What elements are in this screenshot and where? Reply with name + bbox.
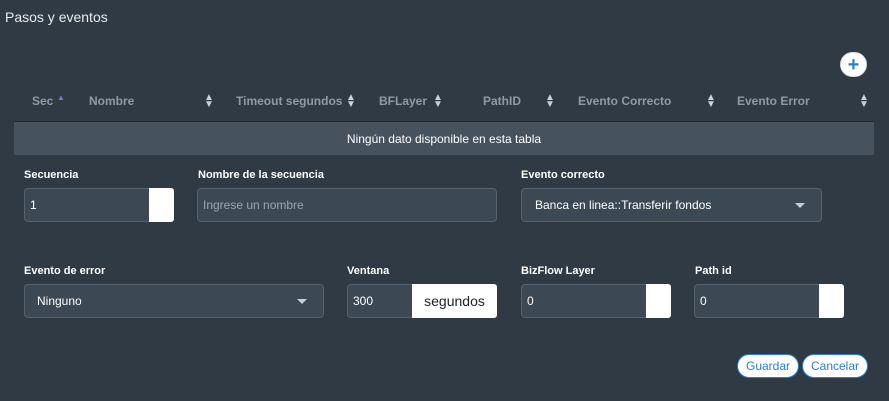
evento-correcto-value: Banca en linea::Transferir fondos [535, 198, 712, 212]
ventana-input[interactable]: 300 [347, 284, 413, 318]
nombre-label: Nombre de la secuencia [198, 169, 324, 181]
bizflow-layer-addon [646, 284, 671, 318]
sort-asc-icon[interactable]: ▲ [57, 93, 65, 102]
sort-icon[interactable]: ▲ ▼ [859, 93, 869, 110]
ventana-value: 300 [353, 294, 374, 308]
secuencia-label: Secuencia [24, 169, 79, 181]
table-empty-row: Ningún dato disponible en esta tabla [14, 121, 874, 155]
save-button[interactable]: Guardar [737, 354, 799, 378]
evento-error-value: Ninguno [37, 294, 82, 308]
path-id-value: 0 [700, 294, 707, 308]
column-header-pathid[interactable]: PathID [483, 94, 521, 108]
path-id-addon [819, 284, 844, 318]
bizflow-layer-value: 0 [527, 294, 534, 308]
path-id-label: Path id [695, 265, 732, 277]
evento-error-select[interactable]: Ninguno [24, 284, 324, 318]
plus-icon: + [847, 53, 860, 76]
sort-icon[interactable]: ▲ ▼ [706, 93, 716, 110]
column-header-sec[interactable]: Sec [32, 94, 53, 108]
panel-title: Pasos y eventos [5, 9, 108, 25]
cancel-button[interactable]: Cancelar [802, 354, 868, 378]
nombre-input[interactable]: Ingrese un nombre [197, 188, 497, 222]
column-header-nombre[interactable]: Nombre [89, 94, 134, 108]
chevron-down-icon [795, 203, 805, 208]
secuencia-input[interactable]: 1 [24, 188, 150, 222]
column-header-bflayer[interactable]: BFLayer [379, 94, 427, 108]
ventana-label: Ventana [347, 265, 390, 277]
sort-icon[interactable]: ▲ ▼ [346, 93, 356, 110]
add-step-button[interactable]: + [840, 52, 867, 77]
evento-error-label: Evento de error [24, 265, 106, 277]
chevron-down-icon [297, 299, 307, 304]
sort-icon[interactable]: ▲ ▼ [433, 93, 443, 110]
secuencia-addon [149, 188, 174, 222]
column-header-timeout[interactable]: Timeout segundos [236, 94, 342, 108]
sort-icon[interactable]: ▲ ▼ [545, 93, 555, 110]
bizflow-layer-label: BizFlow Layer [521, 265, 595, 277]
evento-correcto-label: Evento correcto [521, 169, 605, 181]
bizflow-layer-input[interactable]: 0 [521, 284, 647, 318]
evento-correcto-select[interactable]: Banca en linea::Transferir fondos [521, 188, 822, 222]
table-header: Sec ▲ Nombre ▲ ▼ Timeout segundos ▲ ▼ BFLa… [14, 87, 874, 119]
secuencia-value: 1 [30, 198, 37, 212]
column-header-evento-error[interactable]: Evento Error [737, 94, 810, 108]
nombre-placeholder: Ingrese un nombre [203, 198, 304, 212]
path-id-input[interactable]: 0 [694, 284, 820, 318]
column-header-evento-correcto[interactable]: Evento Correcto [578, 94, 671, 108]
ventana-suffix: segundos [412, 284, 497, 318]
sort-icon[interactable]: ▲ ▼ [204, 93, 214, 110]
